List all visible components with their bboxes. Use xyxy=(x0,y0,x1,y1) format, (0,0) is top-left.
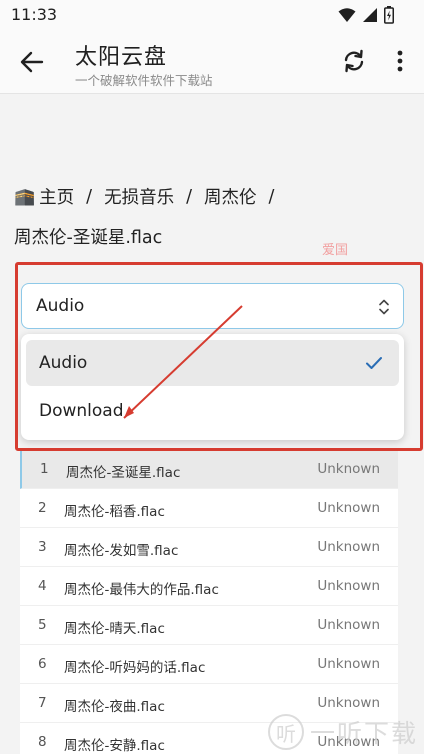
annotation-highlight-box xyxy=(15,262,423,451)
file-title: 周杰伦-圣诞星.flac xyxy=(14,228,163,248)
status-time: 11:33 xyxy=(11,5,58,24)
row-index: 8 xyxy=(38,734,47,750)
app-title: 太阳云盘 xyxy=(75,45,168,70)
brand-text: 一听下载 xyxy=(310,719,419,748)
playlist-row[interactable]: 1 周杰伦-圣诞星.flac Unknown xyxy=(20,450,398,489)
row-meta: Unknown xyxy=(317,578,380,594)
row-index: 3 xyxy=(38,539,47,555)
brand-badge: 听 xyxy=(268,714,304,750)
row-meta: Unknown xyxy=(317,695,380,711)
row-name: 周杰伦-发如雪.flac xyxy=(64,543,179,559)
row-name: 周杰伦-听妈妈的话.flac xyxy=(64,660,206,676)
row-meta: Unknown xyxy=(317,500,380,516)
row-index: 1 xyxy=(40,461,49,477)
row-index: 5 xyxy=(38,617,47,633)
playlist-row[interactable]: 2 周杰伦-稻香.flac Unknown xyxy=(20,489,398,528)
more-vert-icon[interactable] xyxy=(389,47,411,75)
playlist-row[interactable]: 6 周杰伦-听妈妈的话.flac Unknown xyxy=(20,645,398,684)
battery-icon xyxy=(384,6,394,24)
breadcrumb-jay-chou[interactable]: 周杰伦 xyxy=(204,184,257,209)
kaaba-icon: 🕋 xyxy=(14,186,36,207)
row-name: 周杰伦-晴天.flac xyxy=(64,621,165,637)
row-name: 周杰伦-圣诞星.flac xyxy=(66,465,181,481)
playlist-row[interactable]: 5 周杰伦-晴天.flac Unknown xyxy=(20,606,398,645)
breadcrumb-separator: / xyxy=(86,186,93,207)
row-meta: Unknown xyxy=(317,617,380,633)
row-index: 2 xyxy=(38,500,47,516)
refresh-icon[interactable] xyxy=(340,47,368,75)
row-name: 周杰伦-夜曲.flac xyxy=(64,699,165,715)
row-name: 周杰伦-稻香.flac xyxy=(64,504,165,520)
playlist: 1 周杰伦-圣诞星.flac Unknown 2 周杰伦-稻香.flac Unk… xyxy=(20,450,398,754)
row-meta: Unknown xyxy=(317,461,380,477)
row-name: 周杰伦-安静.flac xyxy=(64,738,165,754)
wifi-icon xyxy=(338,8,356,22)
breadcrumb: 🕋 主页 / 无损音乐 / 周杰伦 / xyxy=(14,184,286,209)
breadcrumb-separator: / xyxy=(268,186,275,207)
row-index: 7 xyxy=(38,695,47,711)
row-index: 6 xyxy=(38,656,47,672)
playlist-row[interactable]: 4 周杰伦-最伟大的作品.flac Unknown xyxy=(20,567,398,606)
brand-watermark: 听 一听下载 xyxy=(268,710,424,754)
signal-icon xyxy=(363,8,377,22)
row-meta: Unknown xyxy=(317,539,380,555)
breadcrumb-home[interactable]: 主页 xyxy=(39,184,74,209)
status-icons xyxy=(338,6,394,24)
red-watermark-text: 爱国 xyxy=(322,243,349,258)
row-name: 周杰伦-最伟大的作品.flac xyxy=(64,582,219,598)
app-bar: 太阳云盘 一个破解软件软件下载站 xyxy=(0,30,424,94)
breadcrumb-separator: / xyxy=(186,186,192,207)
back-arrow-icon[interactable] xyxy=(18,48,46,76)
row-meta: Unknown xyxy=(317,656,380,672)
status-bar: 11:33 xyxy=(0,0,424,30)
row-index: 4 xyxy=(38,578,47,594)
playlist-row[interactable]: 3 周杰伦-发如雪.flac Unknown xyxy=(20,528,398,567)
app-subtitle: 一个破解软件软件下载站 xyxy=(75,73,213,88)
breadcrumb-lossless-music[interactable]: 无损音乐 xyxy=(104,184,174,209)
